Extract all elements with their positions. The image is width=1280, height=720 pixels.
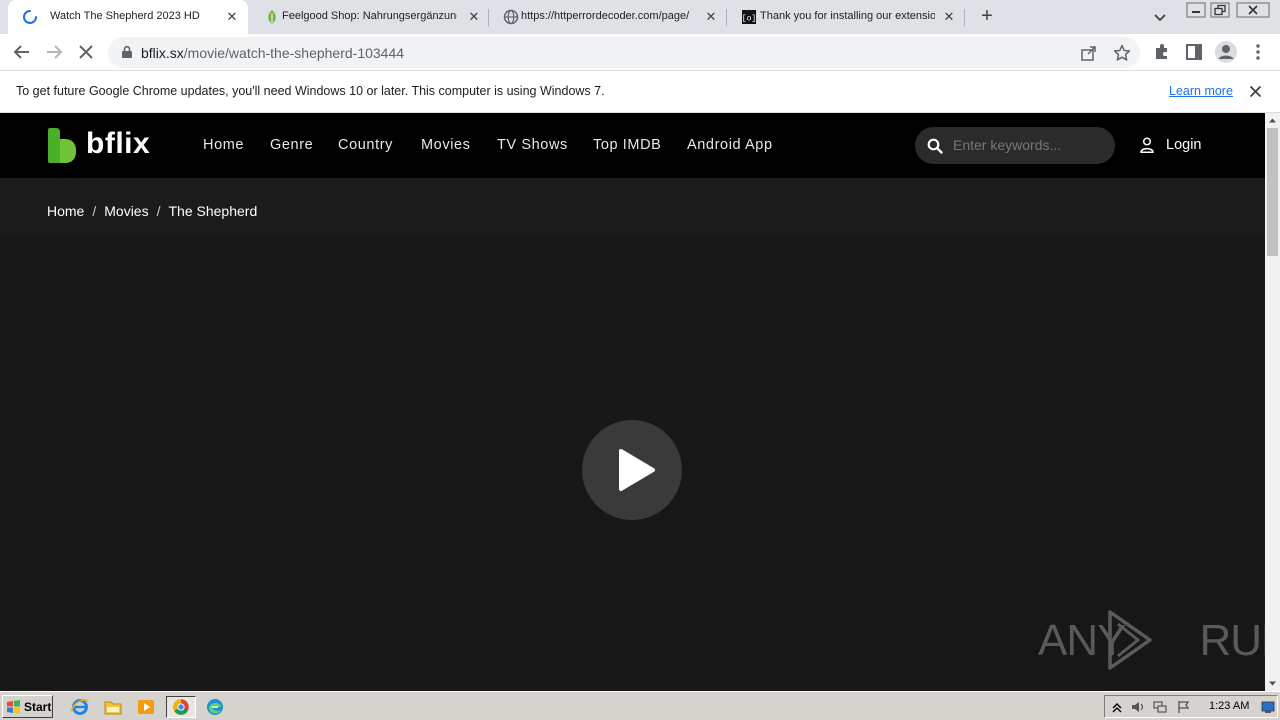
nav-android-app[interactable]: Android App	[687, 137, 773, 153]
network-icon[interactable]	[1153, 700, 1167, 714]
site-header: bflix Home Genre Country Movies TV Shows…	[0, 113, 1265, 178]
breadcrumb-movies[interactable]: Movies	[104, 203, 148, 219]
update-infobar: To get future Google Chrome updates, you…	[0, 71, 1280, 113]
nav-movies[interactable]: Movies	[421, 137, 471, 153]
forward-arrow-icon[interactable]	[44, 42, 64, 62]
bflix-logo-icon[interactable]	[46, 128, 78, 163]
tab-watch-the-shepherd[interactable]: Watch The Shepherd 2023 HD ✕	[8, 0, 248, 34]
breadcrumb: Home / Movies / The Shepherd	[47, 203, 257, 219]
globe-icon	[503, 9, 519, 25]
tab-search-chevron-icon[interactable]	[1152, 9, 1168, 25]
login-label: Login	[1166, 137, 1202, 153]
anyrun-watermark: ANYRUN	[1038, 608, 1265, 672]
lock-icon[interactable]	[120, 45, 134, 59]
close-window-icon[interactable]	[1236, 2, 1270, 18]
page-content: bflix Home Genre Country Movies TV Shows…	[0, 113, 1265, 691]
start-label: Start	[24, 699, 52, 714]
taskbar-clock[interactable]: 1:23 AM	[1209, 700, 1249, 712]
chrome-menu-icon[interactable]	[1248, 42, 1268, 62]
scroll-down-arrow-icon[interactable]	[1268, 679, 1277, 688]
tab-thank-you-extension[interactable]: [o] Thank you for installing our extensi…	[727, 0, 965, 34]
play-button[interactable]	[582, 420, 682, 520]
url-text: bflix.sx/movie/watch-the-shepherd-103444	[141, 45, 404, 61]
action-center-flag-icon[interactable]	[1177, 700, 1191, 714]
side-panel-icon[interactable]	[1184, 42, 1204, 62]
close-infobar-icon[interactable]	[1249, 85, 1262, 98]
scroll-up-arrow-icon[interactable]	[1268, 116, 1277, 125]
nav-home[interactable]: Home	[203, 137, 244, 153]
close-tab-icon[interactable]: ✕	[703, 9, 719, 25]
close-tab-icon[interactable]: ✕	[224, 9, 240, 25]
browser-toolbar: bflix.sx/movie/watch-the-shepherd-103444	[0, 34, 1280, 71]
extensions-puzzle-icon[interactable]	[1152, 42, 1172, 62]
nav-top-imdb[interactable]: Top IMDB	[593, 137, 661, 153]
site-search	[915, 127, 1115, 164]
windows-logo-icon	[7, 699, 20, 714]
internet-explorer-icon[interactable]	[68, 696, 92, 718]
page-scrollbar[interactable]	[1265, 113, 1280, 691]
breadcrumb-current: The Shepherd	[168, 203, 258, 219]
show-desktop-icon[interactable]	[1261, 700, 1275, 714]
login-button[interactable]: Login	[1140, 135, 1201, 155]
learn-more-link[interactable]: Learn more	[1169, 84, 1233, 98]
tab-separator	[964, 9, 965, 26]
share-icon[interactable]	[1080, 44, 1098, 62]
tab-httperrordecoder[interactable]: https://httperrordecoder.com/page/ ✕	[489, 0, 727, 34]
extension-site-icon: [o]	[742, 10, 756, 24]
minimize-window-icon[interactable]	[1186, 2, 1206, 18]
bookmark-star-icon[interactable]	[1113, 44, 1131, 62]
tab-title: Watch The Shepherd 2023 HD	[50, 10, 200, 22]
breadcrumb-separator: /	[92, 203, 97, 219]
close-tab-icon[interactable]: ✕	[941, 9, 957, 25]
back-arrow-icon[interactable]	[12, 42, 32, 62]
edge-icon[interactable]	[203, 696, 227, 718]
windows-taskbar: Start 1:23 AM	[0, 691, 1280, 720]
tab-feelgood-shop[interactable]: Feelgood Shop: Nahrungsergänzung ✕	[250, 0, 488, 34]
tab-title: https://httperrordecoder.com/page/	[521, 10, 690, 22]
tab-title: Thank you for installing our extensio	[760, 10, 935, 22]
profile-avatar-icon[interactable]	[1214, 40, 1238, 64]
url-path: /movie/watch-the-shepherd-103444	[183, 45, 405, 61]
breadcrumb-home[interactable]: Home	[47, 203, 84, 219]
nav-genre[interactable]: Genre	[270, 137, 313, 153]
user-icon	[1140, 137, 1154, 153]
media-player-icon[interactable]	[134, 696, 158, 718]
svg-text:[o]: [o]	[742, 15, 756, 24]
play-icon	[619, 449, 655, 491]
breadcrumb-separator: /	[156, 203, 161, 219]
nav-tv-shows[interactable]: TV Shows	[497, 137, 568, 153]
search-icon[interactable]	[927, 138, 943, 154]
bflix-logo-text[interactable]: bflix	[86, 127, 150, 161]
tab-title: Feelgood Shop: Nahrungsergänzung	[282, 10, 457, 22]
scrollbar-thumb[interactable]	[1267, 128, 1278, 256]
watermark-text: ANYRUN	[1038, 616, 1265, 665]
search-input[interactable]	[953, 135, 1103, 155]
stop-loading-icon[interactable]	[76, 42, 96, 62]
infobar-message: To get future Google Chrome updates, you…	[16, 84, 605, 98]
file-explorer-icon[interactable]	[101, 696, 125, 718]
leaf-icon	[268, 10, 276, 24]
start-button[interactable]: Start	[2, 695, 53, 718]
volume-icon[interactable]	[1131, 700, 1145, 714]
address-bar[interactable]: bflix.sx/movie/watch-the-shepherd-103444	[108, 37, 1140, 68]
close-tab-icon[interactable]: ✕	[466, 9, 482, 25]
show-hidden-icons-icon[interactable]	[1110, 700, 1124, 714]
url-host: bflix.sx	[141, 45, 184, 61]
loading-spinner-icon	[23, 10, 37, 24]
tab-strip: Watch The Shepherd 2023 HD ✕ Feelgood Sh…	[0, 0, 1280, 34]
chrome-icon[interactable]	[166, 696, 196, 718]
nav-country[interactable]: Country	[338, 137, 393, 153]
restore-window-icon[interactable]	[1210, 2, 1230, 18]
system-tray: 1:23 AM	[1104, 695, 1278, 718]
new-tab-button[interactable]: +	[977, 6, 997, 27]
